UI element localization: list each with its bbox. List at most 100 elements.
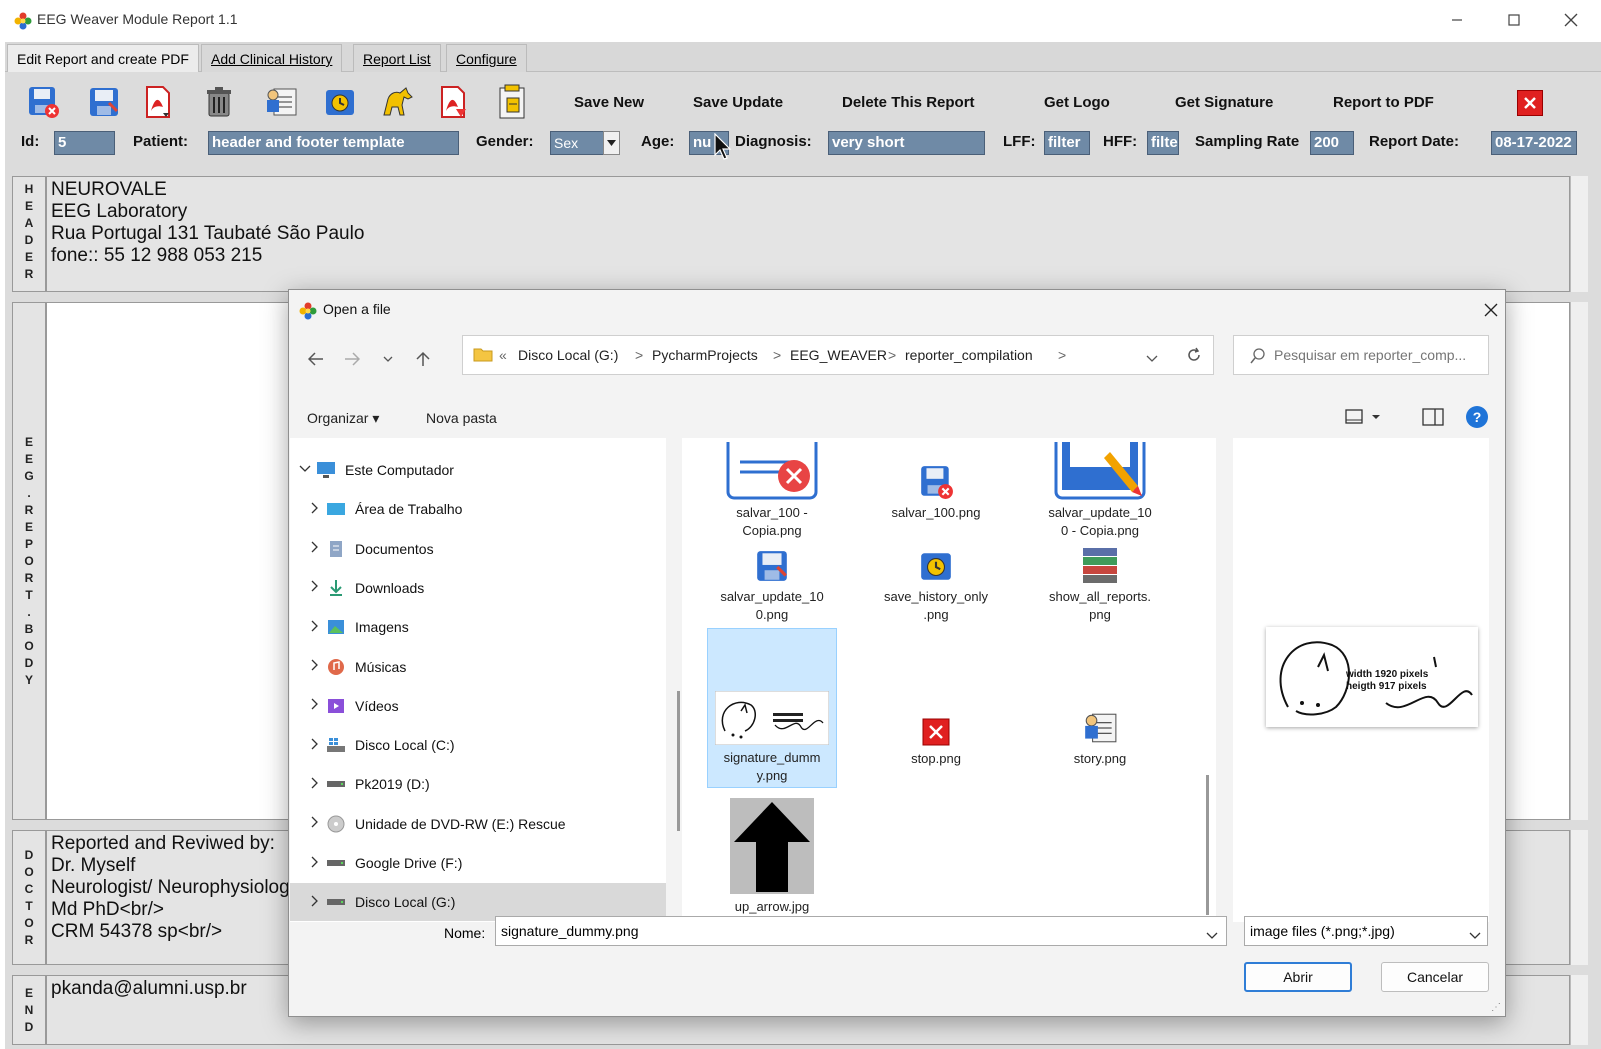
chevron-right-icon[interactable]	[304, 738, 326, 753]
story-icon	[1035, 706, 1165, 746]
chevron-right-icon[interactable]	[304, 895, 326, 910]
gender-select[interactable]: Sex	[550, 131, 606, 155]
minimize-button[interactable]	[1434, 6, 1480, 34]
tree-item[interactable]: Google Drive (F:)	[290, 844, 666, 882]
up-folder-arrow-icon[interactable]	[410, 346, 436, 372]
refresh-icon[interactable]	[1186, 347, 1202, 366]
file-type-filter-select[interactable]: image files (*.png;*.jpg)	[1244, 916, 1488, 946]
open-button[interactable]: Abrir	[1244, 962, 1352, 992]
delete-report-label[interactable]: Delete This Report	[842, 94, 975, 111]
file-item[interactable]: up_arrow.jpg	[707, 794, 837, 916]
signature-file-icon[interactable]	[494, 84, 530, 120]
tree-item[interactable]: Área de Trabalho	[290, 490, 666, 528]
diagnosis-field[interactable]: very short	[828, 131, 985, 155]
sampling-rate-field[interactable]: 200	[1310, 131, 1354, 155]
search-box[interactable]	[1233, 335, 1489, 375]
doctor-scrollbar[interactable]	[1570, 830, 1588, 965]
chevron-right-icon[interactable]	[304, 580, 326, 595]
save-new-label[interactable]: Save New	[574, 94, 644, 111]
chevron-right-icon[interactable]	[304, 816, 326, 831]
chevron-right-icon[interactable]	[304, 659, 326, 674]
resize-grip-icon[interactable]: ⋰	[1491, 1002, 1501, 1013]
trash-icon[interactable]	[201, 84, 237, 120]
file-item[interactable]: stop.png	[871, 706, 1001, 768]
tree-item[interactable]: Este Computador	[290, 451, 666, 489]
side-letter: O	[24, 915, 34, 930]
header-text-area[interactable]: NEUROVALE EEG Laboratory Rua Portugal 13…	[46, 176, 1570, 292]
save-history-icon[interactable]	[322, 84, 358, 120]
chevron-down-icon[interactable]	[603, 131, 620, 155]
report-to-pdf-label[interactable]: Report to PDF	[1333, 94, 1434, 111]
tree-item[interactable]: Documentos	[290, 530, 666, 568]
chevron-right-icon[interactable]	[304, 541, 326, 556]
end-scrollbar[interactable]	[1570, 975, 1588, 1045]
breadcrumb-reporter[interactable]: reporter_compilation	[905, 347, 1033, 363]
search-input[interactable]	[1274, 345, 1479, 365]
tree-item[interactable]: Músicas	[290, 648, 666, 686]
get-logo-label[interactable]: Get Logo	[1044, 94, 1110, 111]
body-scrollbar[interactable]	[1570, 302, 1588, 820]
filename-input[interactable]: signature_dummy.png	[495, 916, 1227, 946]
chevron-right-icon[interactable]	[304, 777, 326, 792]
patient-field[interactable]: header and footer template	[208, 131, 459, 155]
tree-item[interactable]: Vídeos	[290, 687, 666, 725]
breadcrumb-disco-g[interactable]: Disco Local (G:)	[518, 347, 618, 363]
file-list-scrollbar[interactable]	[1206, 775, 1209, 915]
story-icon[interactable]	[263, 84, 299, 120]
delete-save-icon[interactable]	[25, 84, 61, 120]
filename-history-chevron-icon[interactable]	[1206, 928, 1218, 943]
report-date-field[interactable]: 08-17-2022	[1491, 131, 1577, 155]
header-scrollbar[interactable]	[1570, 176, 1588, 292]
file-item[interactable]: show_all_reports. png	[1035, 544, 1165, 624]
chevron-right-icon[interactable]	[304, 856, 326, 871]
address-dropdown-chevron-icon[interactable]	[1146, 351, 1158, 366]
file-item-selected[interactable]: signature_dumm y.png	[707, 628, 837, 788]
tab-configure[interactable]: Configure	[446, 44, 527, 72]
tab-add-clinical-history[interactable]: Add Clinical History	[201, 44, 343, 72]
tree-item[interactable]: Unidade de DVD-RW (E:) Rescue	[290, 805, 666, 843]
id-field[interactable]: 5	[54, 131, 115, 155]
save-icon[interactable]	[86, 84, 122, 120]
pdf-icon[interactable]	[140, 84, 176, 120]
tree-item[interactable]: Pk2019 (D:)	[290, 765, 666, 803]
stop-icon[interactable]	[1517, 90, 1543, 116]
address-bar[interactable]: « Disco Local (G:) > PycharmProjects > E…	[462, 335, 1214, 375]
back-arrow-icon[interactable]	[303, 346, 329, 372]
file-item[interactable]: salvar_100 - Copia.png	[707, 438, 837, 540]
breadcrumb-pycharm[interactable]: PycharmProjects	[652, 347, 758, 363]
close-dialog-button[interactable]	[1481, 300, 1501, 320]
breadcrumb-overflow[interactable]: «	[499, 347, 507, 363]
get-signature-label[interactable]: Get Signature	[1175, 94, 1273, 111]
chevron-right-icon[interactable]	[304, 502, 326, 517]
new-folder-button[interactable]: Nova pasta	[426, 410, 497, 426]
breadcrumb-eeg-weaver[interactable]: EEG_WEAVER	[790, 347, 887, 363]
help-icon[interactable]: ?	[1466, 406, 1488, 428]
file-item[interactable]: salvar_update_10 0.png	[707, 544, 837, 624]
chevron-down-icon[interactable]	[294, 464, 316, 476]
save-update-label[interactable]: Save Update	[693, 94, 783, 111]
horse-logo-icon[interactable]	[380, 84, 416, 120]
view-options-icon[interactable]	[1344, 407, 1384, 430]
recent-locations-chevron-icon[interactable]	[375, 346, 401, 372]
file-item[interactable]: salvar_update_10 0 - Copia.png	[1035, 438, 1165, 540]
chevron-right-icon[interactable]	[304, 698, 326, 713]
maximize-button[interactable]	[1491, 6, 1537, 34]
file-item[interactable]: salvar_100.png	[871, 438, 1001, 522]
preview-pane-icon[interactable]	[1422, 408, 1444, 429]
tree-item[interactable]: Disco Local (C:)	[290, 726, 666, 764]
tab-report-list[interactable]: Report List	[353, 44, 441, 72]
cancel-button[interactable]: Cancelar	[1381, 962, 1489, 992]
tree-item[interactable]: Imagens	[290, 608, 666, 646]
tree-item[interactable]: Downloads	[290, 569, 666, 607]
close-window-button[interactable]	[1548, 6, 1594, 34]
file-item[interactable]: story.png	[1035, 706, 1165, 768]
tab-edit-report[interactable]: Edit Report and create PDF	[7, 44, 199, 72]
file-item[interactable]: save_history_only .png	[871, 544, 1001, 624]
chevron-right-icon[interactable]	[304, 620, 326, 635]
organize-menu-button[interactable]: Organizar ▾	[307, 410, 379, 427]
forward-arrow-icon[interactable]	[339, 346, 365, 372]
pdf-arrow-icon[interactable]	[435, 84, 471, 120]
tree-scrollbar[interactable]	[677, 691, 680, 831]
hff-field[interactable]: filte	[1147, 131, 1179, 155]
lff-field[interactable]: filter	[1044, 131, 1090, 155]
